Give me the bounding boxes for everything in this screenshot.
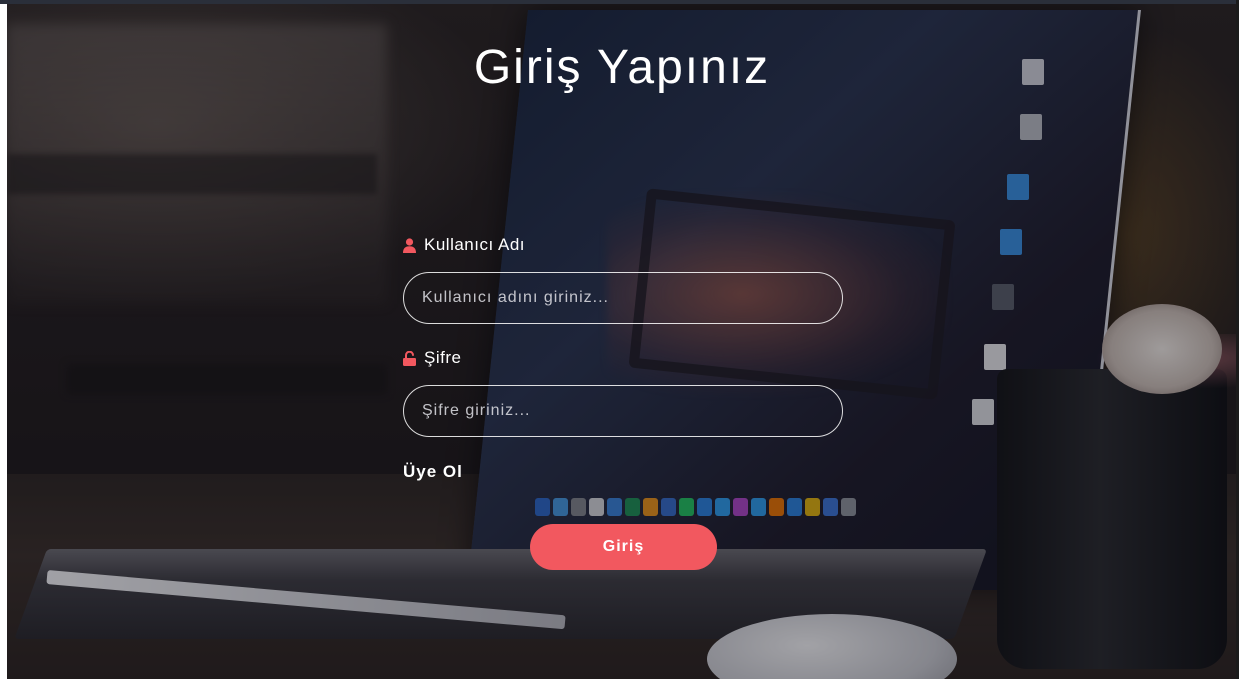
username-label: Kullanıcı Adı [403,235,525,255]
username-label-text: Kullanıcı Adı [424,235,526,254]
signup-link[interactable]: Üye Ol [403,462,463,482]
user-icon [403,237,416,253]
background-photo [7,4,1236,679]
password-label-text: Şifre [424,348,462,367]
username-input[interactable] [403,272,843,324]
password-input[interactable] [403,385,843,437]
unlock-icon [403,350,416,366]
page-title: Giriş Yapınız [473,41,771,94]
password-label: Şifre [403,348,461,368]
page-frame: Giriş Yapınız Kullanıcı Adı Şifre Üye Ol… [0,0,1244,679]
window-edge [1236,0,1239,679]
login-button[interactable]: Giriş [530,524,717,570]
